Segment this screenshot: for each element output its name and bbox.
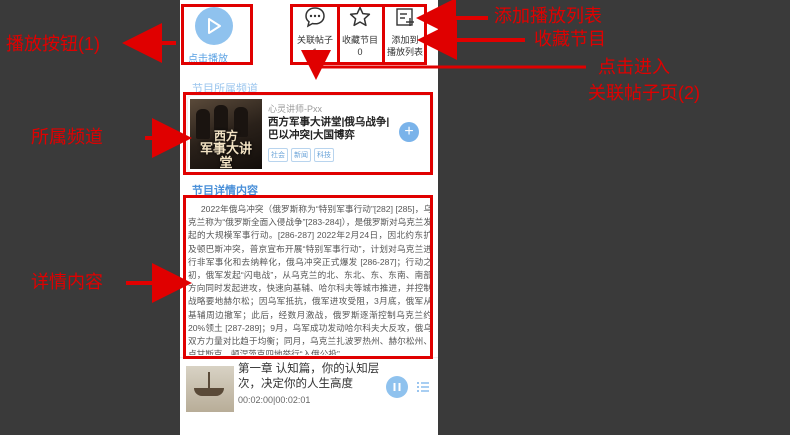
annotation-channel: 所属频道 xyxy=(31,127,103,147)
annotation-related-posts-line2: 关联帖子页(2) xyxy=(588,83,700,103)
annotation-detail: 详情内容 xyxy=(31,272,103,292)
annotation-favorite: 收藏节目 xyxy=(534,29,606,49)
annotation-play-button: 播放按钮(1) xyxy=(6,34,100,54)
annotation-related-posts-line1: 点击进入 xyxy=(598,57,670,77)
annotation-arrows xyxy=(122,0,586,303)
annotation-add-playlist: 添加播放列表 xyxy=(494,6,602,26)
